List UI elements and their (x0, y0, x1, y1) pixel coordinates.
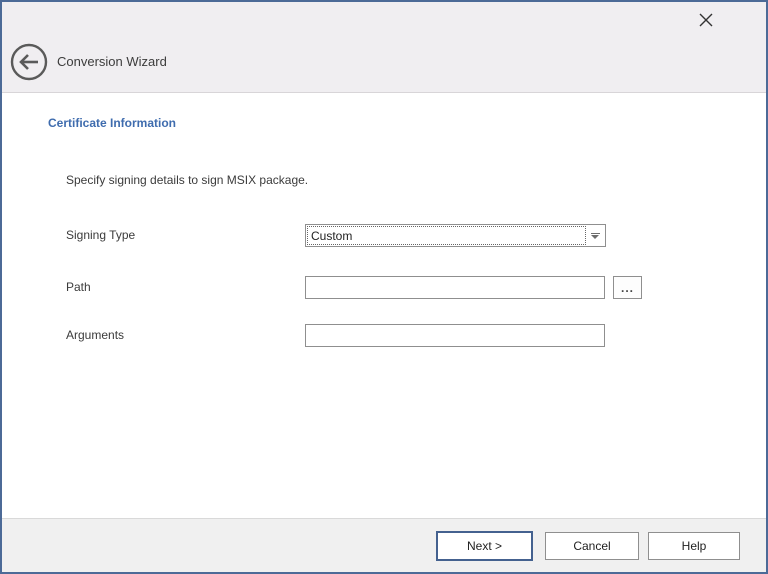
close-icon (699, 13, 713, 30)
arguments-input[interactable] (305, 324, 605, 347)
chevron-down-icon (591, 233, 600, 240)
path-input[interactable] (305, 276, 605, 299)
cancel-button[interactable]: Cancel (545, 532, 639, 560)
back-button[interactable] (10, 43, 48, 81)
back-arrow-icon (10, 69, 48, 84)
wizard-title: Conversion Wizard (57, 43, 167, 81)
close-button[interactable] (692, 8, 720, 34)
help-button[interactable]: Help (648, 532, 740, 560)
page-heading: Certificate Information (48, 116, 176, 130)
signing-type-label: Signing Type (66, 224, 135, 247)
arguments-label: Arguments (66, 324, 124, 347)
wizard-header: Conversion Wizard (2, 2, 766, 93)
page-description: Specify signing details to sign MSIX pac… (66, 173, 308, 187)
browse-button[interactable]: ... (613, 276, 642, 299)
path-label: Path (66, 276, 91, 299)
conversion-wizard-window: Conversion Wizard Certificate Informatio… (0, 0, 768, 574)
next-button[interactable]: Next > (436, 531, 533, 561)
signing-type-selected-value: Custom (307, 226, 586, 245)
signing-type-combobox[interactable]: Custom (305, 224, 606, 247)
